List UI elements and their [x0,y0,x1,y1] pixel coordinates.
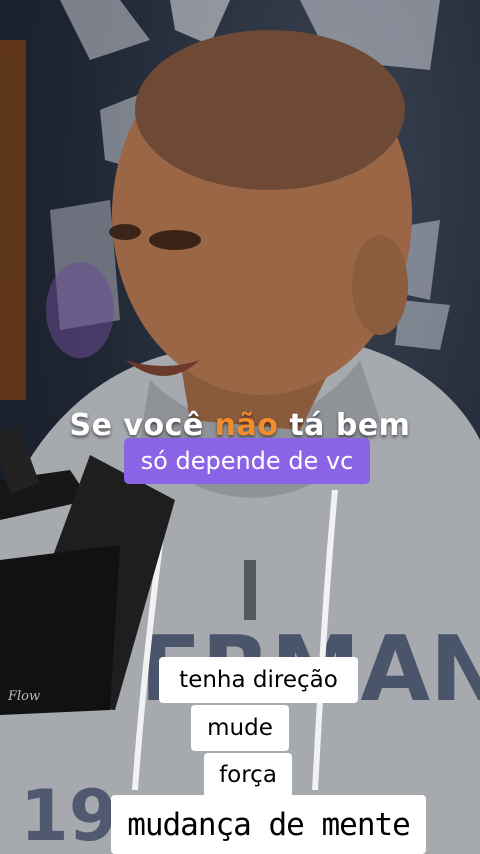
mic-brand-label: Flow [7,689,40,704]
caption-line-3: força [204,753,292,797]
caption-line-2: mude [191,705,289,751]
caption-line-1: tenha direção [159,657,358,703]
caption-line-4: mudança de mente [111,795,426,854]
svg-text:19: 19 [20,775,117,854]
video-frame[interactable]: ERMAN 19 Flow Se você não tá bem só depe… [0,0,480,854]
caption-purple-line: só depende de vc [124,438,370,484]
